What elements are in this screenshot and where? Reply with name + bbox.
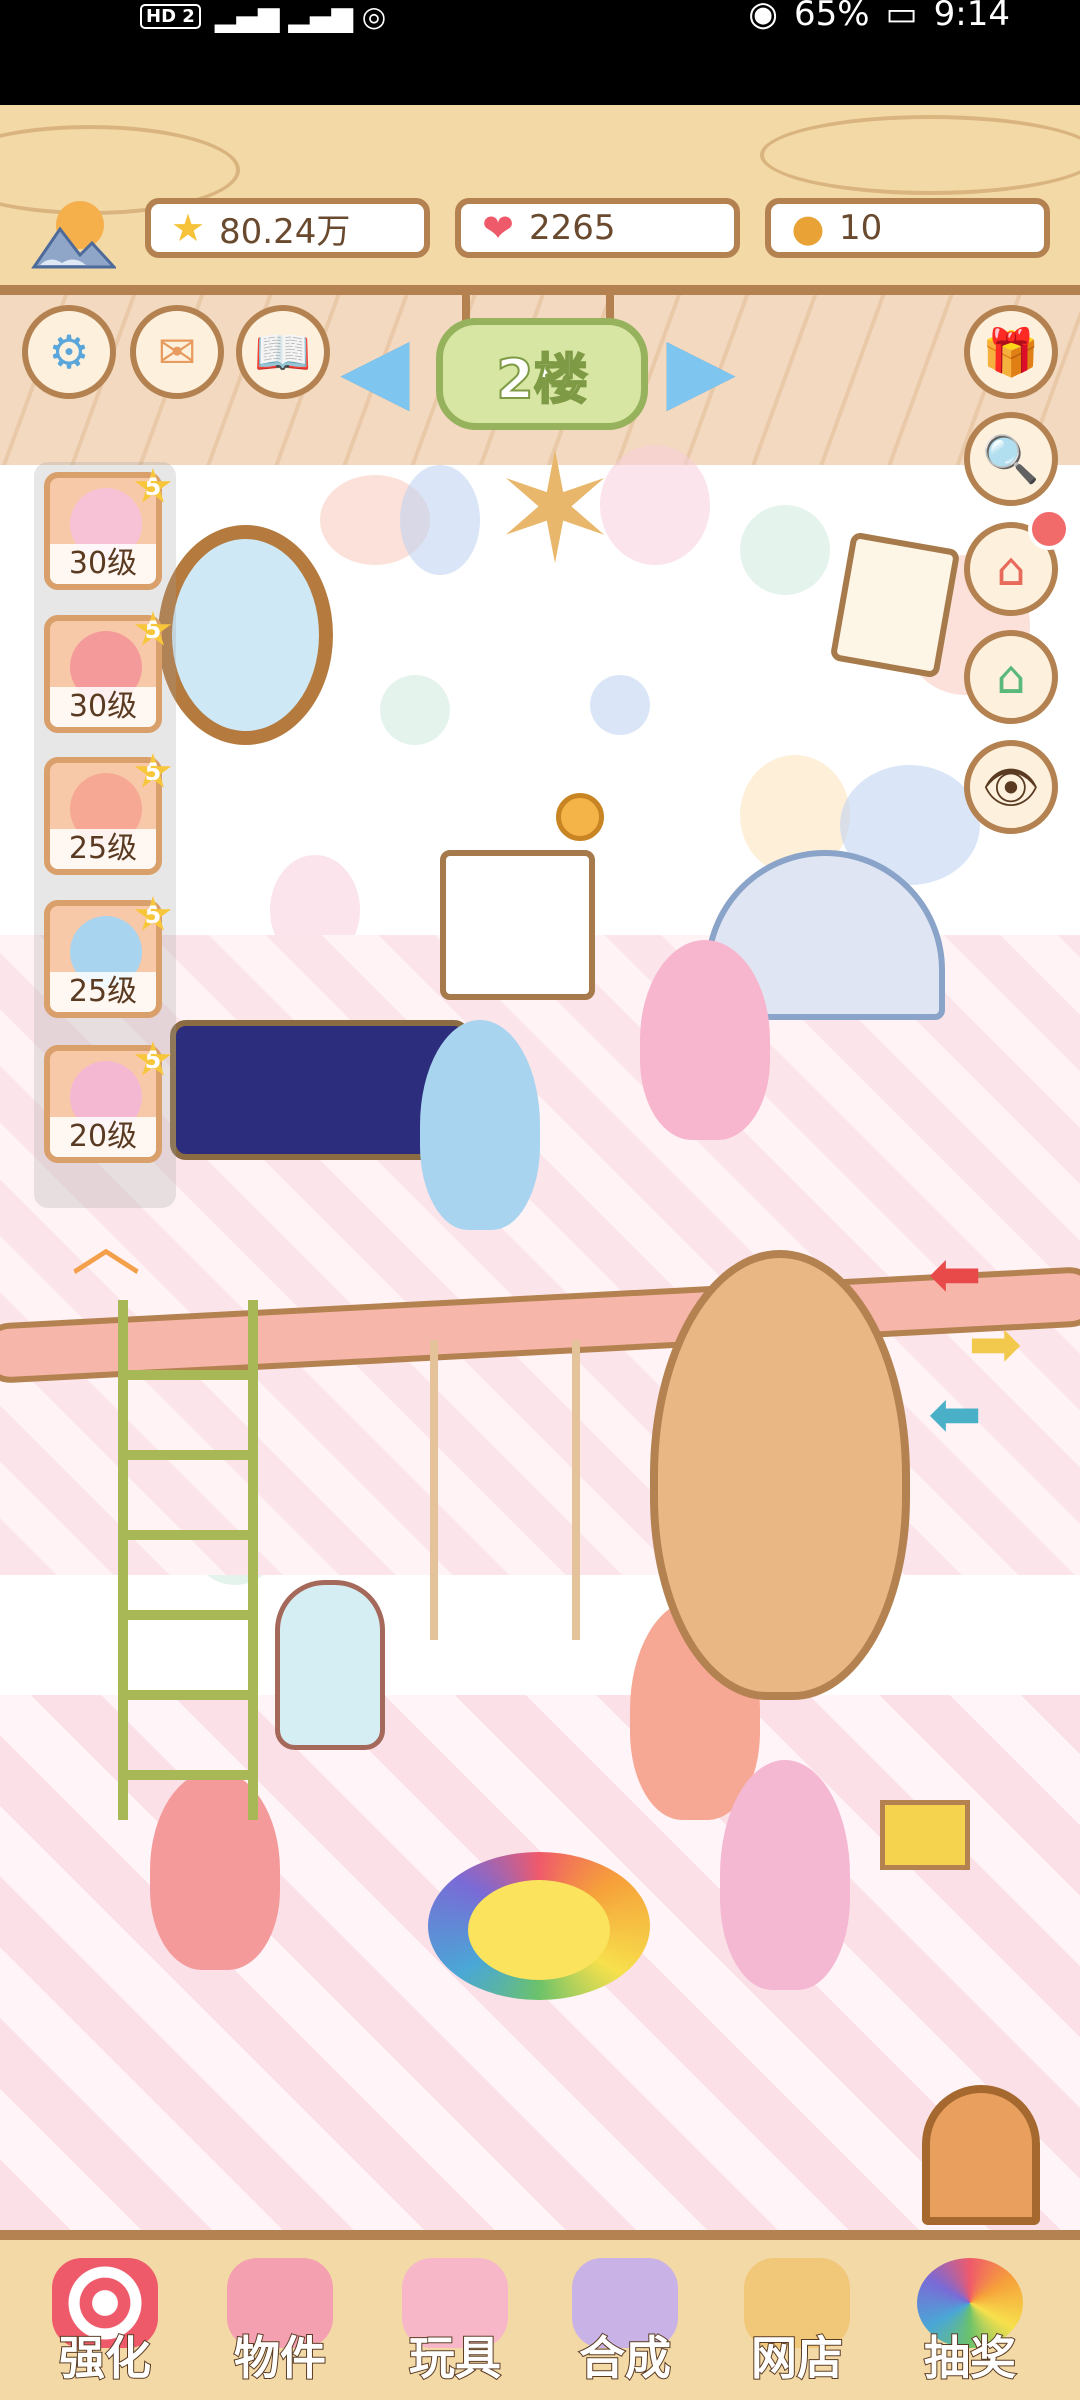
prev-floor-arrow-icon[interactable]: ◀ bbox=[330, 325, 420, 415]
floating-coin-icon[interactable] bbox=[556, 793, 604, 841]
eye-view-icon[interactable]: 👁 bbox=[964, 740, 1058, 834]
teal-arrow-icon: ⬅ bbox=[928, 1378, 982, 1452]
round-window bbox=[158, 525, 333, 745]
battery-icon: ▭ bbox=[885, 0, 918, 34]
sleepy-girl-character[interactable] bbox=[420, 1020, 540, 1230]
coins-counter[interactable]: ● 10 bbox=[765, 198, 1050, 258]
up-floor-chevron-icon[interactable]: ︿ bbox=[54, 1210, 158, 1280]
stars-counter[interactable]: ★ 80.24万 bbox=[145, 198, 430, 258]
weather-sun-mountain-icon[interactable] bbox=[30, 195, 116, 275]
direction-arrows: ⬅ ➡ ⬅ bbox=[905, 1238, 1055, 1452]
unicorn-girl-character[interactable] bbox=[640, 940, 770, 1140]
status-bar: HD 2 ▂▄▆ ▂▄▆ ◎ ◉ 65% ▭ 9:14 bbox=[0, 0, 1080, 105]
floor-sign: 2楼 bbox=[436, 318, 648, 430]
wall-calendar bbox=[829, 531, 961, 679]
character-card-2[interactable]: 30级 bbox=[44, 615, 162, 733]
notification-dot bbox=[1028, 508, 1070, 550]
gift-box-icon[interactable]: 🎁 bbox=[964, 305, 1058, 399]
game-screen: { "status_bar": {"network": "HD 2", "sig… bbox=[0, 0, 1080, 2400]
plant-jar bbox=[275, 1580, 385, 1750]
next-floor-arrow-icon[interactable]: ▶ bbox=[656, 325, 746, 415]
floor-label: 2楼 bbox=[495, 347, 589, 412]
home-manage-icon[interactable]: ⌂ bbox=[964, 630, 1058, 724]
exit-door-icon[interactable] bbox=[922, 2085, 1040, 2225]
clock: 9:14 bbox=[933, 0, 1010, 34]
settings-gear-icon[interactable]: ⚙ bbox=[22, 305, 116, 399]
nav-merge-button[interactable]: 合成 bbox=[550, 2250, 700, 2390]
network-badge: HD 2 bbox=[140, 4, 201, 29]
nightstand bbox=[440, 850, 595, 1000]
signal-icon: ▂▄▆ ▂▄▆ ◎ bbox=[214, 0, 387, 33]
mail-icon[interactable]: ✉ bbox=[130, 305, 224, 399]
character-card-3[interactable]: 25级 bbox=[44, 757, 162, 875]
hanging-rattan-chair bbox=[650, 1250, 910, 1700]
nav-toys-button[interactable]: 玩具 bbox=[380, 2250, 530, 2390]
eye-icon: ◉ bbox=[748, 0, 778, 34]
character-card-5[interactable]: 20级 bbox=[44, 1045, 162, 1163]
battery-percent: 65% bbox=[793, 0, 870, 34]
character-card-1[interactable]: 30级 bbox=[44, 472, 162, 590]
bamboo-ladder bbox=[118, 1300, 258, 1820]
nav-shop-button[interactable]: 网店 bbox=[722, 2250, 872, 2390]
star-icon: ★ bbox=[170, 206, 206, 250]
star-lamp-icon: ✶ bbox=[492, 423, 618, 597]
magnifier-icon[interactable]: 🔍 bbox=[964, 412, 1058, 506]
bunny-hat-girl-character[interactable] bbox=[720, 1760, 850, 1990]
nav-lottery-button[interactable]: 抽奖 bbox=[895, 2250, 1045, 2390]
character-card-4[interactable]: 25级 bbox=[44, 900, 162, 1018]
paw-coin-icon: ● bbox=[791, 206, 825, 250]
book-icon[interactable]: 📖 bbox=[236, 305, 330, 399]
nav-items-button[interactable]: 物件 bbox=[205, 2250, 355, 2390]
yellow-arrow-icon: ➡ bbox=[968, 1308, 1022, 1382]
toy-blocks bbox=[880, 1800, 970, 1870]
nav-upgrade-button[interactable]: 强化 bbox=[30, 2250, 180, 2390]
heart-icon: ❤ bbox=[482, 206, 514, 250]
hearts-counter[interactable]: ❤ 2265 bbox=[455, 198, 740, 258]
red-arrow-icon: ⬅ bbox=[928, 1238, 982, 1312]
corner-shelf bbox=[430, 1340, 580, 1640]
